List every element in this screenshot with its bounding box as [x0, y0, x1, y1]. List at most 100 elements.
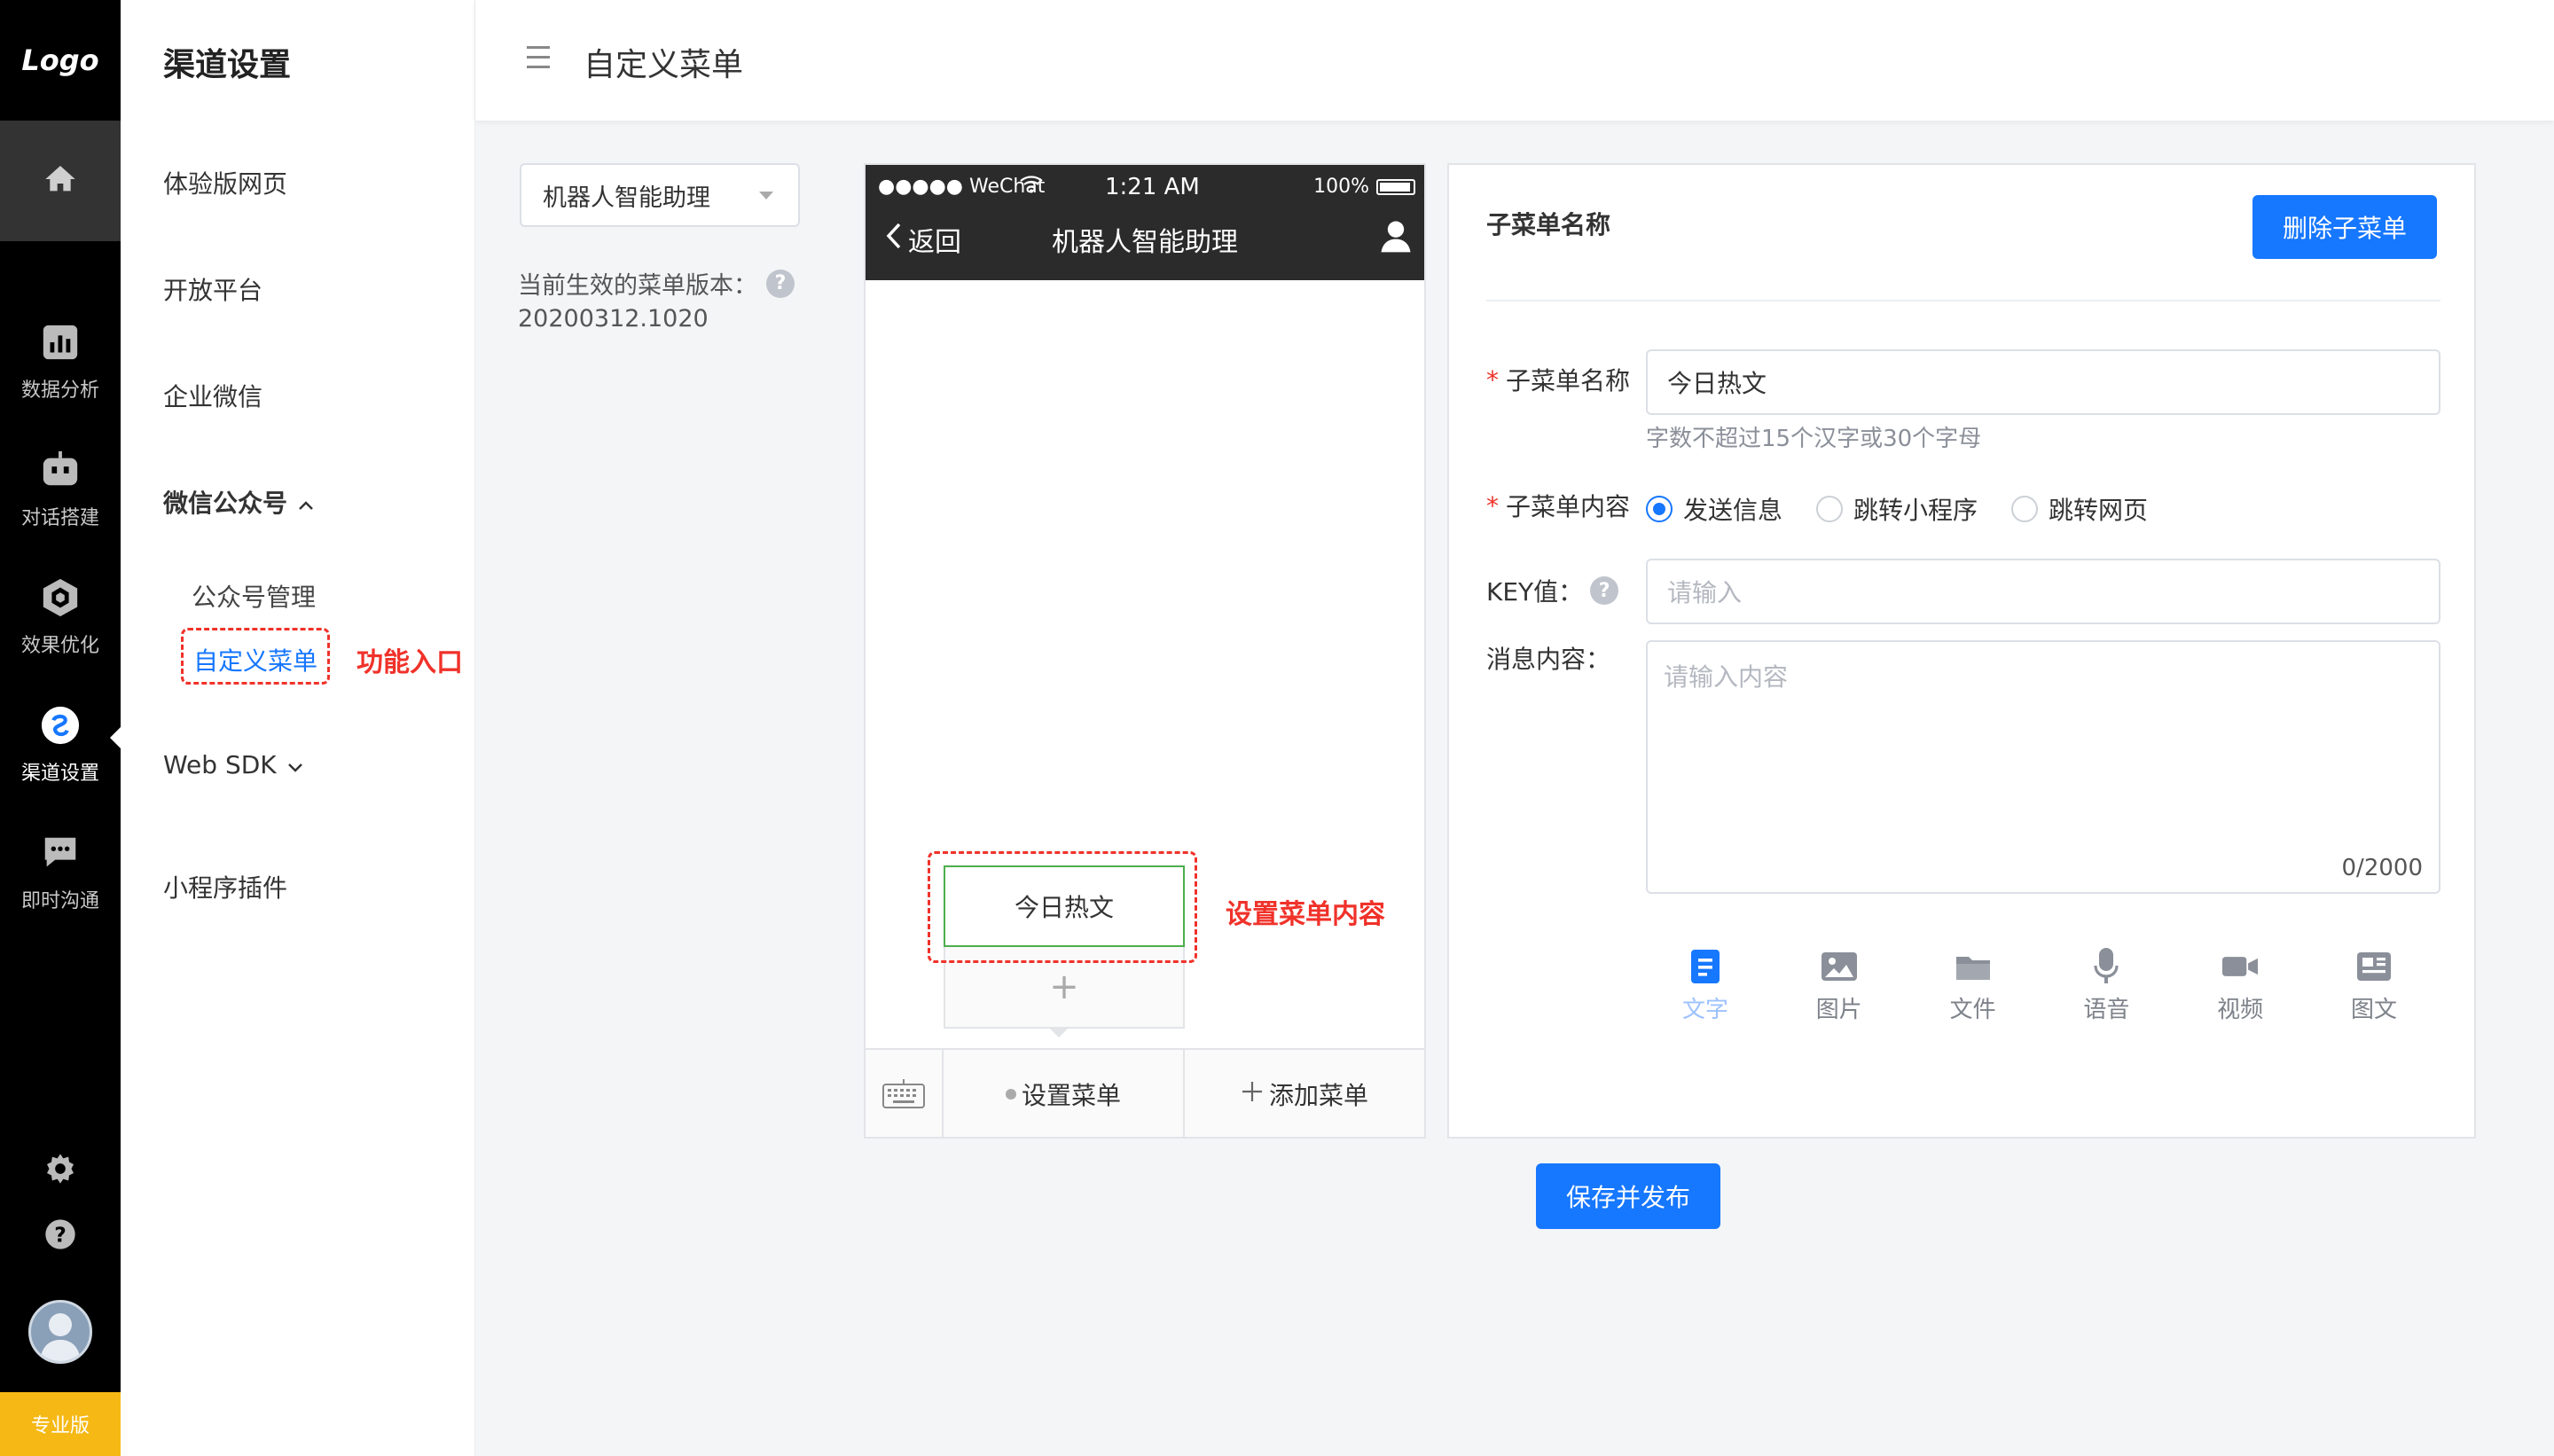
version-label-row: 当前生效的菜单版本： ?: [518, 266, 795, 301]
subnav-item-enterprise-wechat[interactable]: 企业微信: [163, 378, 262, 413]
radio-label: 发送信息: [1683, 496, 1783, 525]
settings-gear-icon[interactable]: [39, 1147, 82, 1190]
chat-bubble-icon: [39, 832, 82, 874]
menu-tab-set-menu[interactable]: 设置菜单: [944, 1050, 1185, 1139]
svg-text:?: ?: [54, 1222, 67, 1247]
phone-menu-bar: 设置菜单 添加菜单: [866, 1048, 1424, 1139]
rail-item-label: 对话搭建: [20, 507, 99, 529]
radio-send-message[interactable]: 发送信息: [1646, 491, 1782, 527]
question-icon[interactable]: ?: [766, 269, 795, 298]
plus-icon: [1241, 1080, 1264, 1109]
content-label: * 子菜单内容: [1486, 488, 1630, 523]
phone-back-label: 返回: [908, 227, 961, 258]
subnav-item-open-platform[interactable]: 开放平台: [163, 271, 262, 307]
key-label: KEY值： ?: [1486, 573, 1619, 608]
popup-pointer: [1050, 1029, 1068, 1037]
help-icon[interactable]: ?: [39, 1213, 82, 1256]
page-title: 自定义菜单: [584, 47, 744, 83]
content-type-radio-group: 发送信息 跳转小程序 跳转网页: [1646, 491, 2166, 527]
version-label: 当前生效的菜单版本：: [518, 272, 757, 300]
tool-voice[interactable]: 语音: [2075, 948, 2137, 1029]
rail-item-instant-chat[interactable]: 即时沟通: [0, 809, 121, 936]
subnav-item-mini-program[interactable]: 小程序插件: [163, 869, 287, 904]
folder-icon: [1955, 949, 1991, 984]
rail-item-optimize[interactable]: 效果优化: [0, 553, 121, 681]
rail-item-label: 渠道设置: [20, 763, 99, 785]
required-mark: *: [1486, 364, 1499, 395]
menu-fold-icon[interactable]: [527, 46, 550, 73]
keyboard-icon[interactable]: [866, 1050, 944, 1139]
phone-top-bar: ●●●●● WeChat 1:21 AM 100% 机器人智能助理 返回: [866, 165, 1424, 280]
user-profile-icon[interactable]: [1376, 216, 1415, 255]
question-icon[interactable]: ?: [1590, 576, 1619, 605]
battery-status: 100%: [1313, 176, 1415, 198]
rail-item-data-analysis[interactable]: 数据分析: [0, 298, 121, 426]
home-button[interactable]: [0, 121, 121, 241]
tool-label: 图文: [2350, 997, 2397, 1023]
char-counter: 0/2000: [2341, 855, 2423, 881]
rail-item-label: 数据分析: [20, 380, 99, 402]
radio-jump-mini-program[interactable]: 跳转小程序: [1816, 491, 1978, 527]
rail-item-dialog-build[interactable]: 对话搭建: [0, 426, 121, 553]
robot-icon: [39, 449, 82, 491]
dot-icon: [1005, 1089, 1016, 1100]
content-label-text: 子菜单内容: [1506, 492, 1631, 521]
name-hint: 字数不超过15个汉字或30个字母: [1646, 426, 1982, 452]
tool-label: 视频: [2217, 997, 2264, 1023]
annotation-dashed-box: [928, 851, 1197, 963]
tool-article[interactable]: 图文: [2343, 949, 2405, 1029]
status-bar: ●●●●● WeChat 1:21 AM 100%: [866, 172, 1424, 204]
text-doc-icon: [1688, 949, 1723, 984]
chevron-up-icon: [298, 488, 314, 517]
chevron-down-icon: [287, 750, 303, 779]
battery-percent: 100%: [1313, 176, 1369, 198]
annotation-feature-entry: 功能入口: [356, 647, 463, 678]
radio-label: 跳转小程序: [1853, 496, 1978, 525]
version-value: 20200312.1020: [518, 305, 709, 333]
subnav-item-wechat-official[interactable]: 微信公众号: [163, 484, 314, 520]
bar-chart-icon: [39, 321, 82, 364]
radio-unchecked-icon: [1816, 496, 1844, 522]
menu-tab-add-menu[interactable]: 添加菜单: [1185, 1050, 1424, 1139]
key-input[interactable]: 请输入: [1646, 559, 2440, 624]
name-label-text: 子菜单名称: [1506, 366, 1631, 395]
tool-text[interactable]: 文字: [1674, 949, 1736, 1029]
cube-icon: [39, 576, 82, 619]
subnav-child-account-mgmt[interactable]: 公众号管理: [192, 578, 316, 614]
message-textarea[interactable]: 请输入内容 0/2000: [1646, 640, 2440, 894]
required-mark: *: [1486, 490, 1499, 521]
main-rail: Logo 数据分析 对话搭建 效果优化 渠道设置 即时沟通 ? 专业版: [0, 0, 121, 1456]
submenu-name-input[interactable]: 今日热文: [1646, 349, 2440, 415]
save-publish-button[interactable]: 保存并发布: [1536, 1163, 1720, 1229]
chevron-left-icon: [885, 222, 903, 257]
tool-label: 文件: [1949, 997, 1996, 1023]
rail-item-channel-settings[interactable]: 渠道设置: [0, 681, 121, 809]
subnav-item-trial-web[interactable]: 体验版网页: [163, 165, 287, 200]
tool-label: 图片: [1815, 997, 1862, 1023]
tool-label: 文字: [1681, 997, 1728, 1023]
menu-tab-label: 添加菜单: [1268, 1081, 1368, 1110]
message-label: 消息内容：: [1486, 645, 1611, 674]
home-icon: [43, 161, 78, 200]
radio-jump-webpage[interactable]: 跳转网页: [2011, 491, 2148, 527]
phone-back-button[interactable]: 返回: [885, 220, 961, 259]
edition-badge: 专业版: [0, 1392, 121, 1456]
rail-item-label: 即时沟通: [20, 890, 99, 912]
tool-image[interactable]: 图片: [1808, 949, 1870, 1029]
subnav-title: 渠道设置: [163, 47, 292, 83]
divider: [1486, 300, 2440, 301]
bot-select[interactable]: 机器人智能助理: [520, 163, 800, 227]
subnav-item-label: Web SDK: [163, 750, 277, 779]
active-indicator: [110, 727, 121, 748]
channel-icon: [39, 704, 82, 747]
logo: Logo: [21, 43, 99, 77]
avatar[interactable]: [28, 1300, 92, 1364]
message-type-toolbar: 文字 图片 文件 语音 视频 图文: [1646, 948, 2440, 1029]
annotation-dashed-box: [181, 628, 330, 685]
delete-submenu-button[interactable]: 删除子菜单: [2252, 195, 2437, 259]
tool-file[interactable]: 文件: [1942, 949, 2004, 1029]
caret-down-icon: [759, 192, 773, 200]
status-time: 1:21 AM: [1105, 174, 1200, 200]
tool-video[interactable]: 视频: [2209, 949, 2271, 1029]
subnav-item-web-sdk[interactable]: Web SDK: [163, 750, 303, 779]
